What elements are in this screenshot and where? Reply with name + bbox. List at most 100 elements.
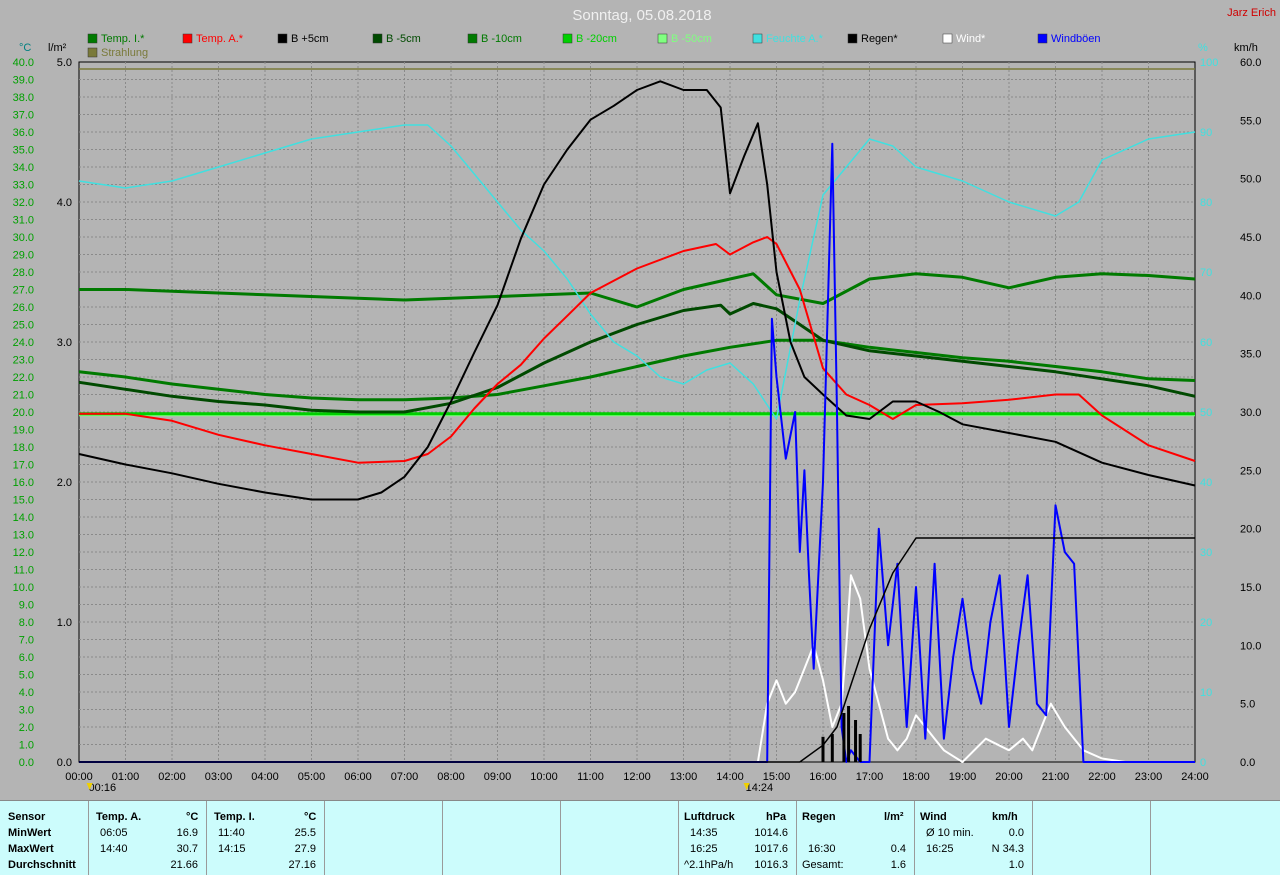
right-unit-pct: %	[1198, 42, 1208, 54]
y-tick-temp: 20.0	[13, 407, 34, 419]
right-unit-wind: km/h	[1234, 42, 1258, 54]
legend-swatch	[847, 33, 858, 44]
temp-a-min-value: 16.9	[176, 827, 198, 839]
rain-bar	[821, 736, 825, 762]
legend-label: Feuchte A.*	[766, 33, 824, 45]
sunset-label: 14:24	[746, 782, 774, 794]
row-label-max: MaxWert	[8, 843, 54, 855]
x-tick: 08:00	[437, 771, 465, 783]
divider	[442, 801, 443, 875]
y-tick-temp: 13.0	[13, 530, 34, 542]
y-tick-temp: 38.0	[13, 92, 34, 104]
y-tick-pct: 0	[1200, 757, 1206, 769]
y-tick-temp: 16.0	[13, 477, 34, 489]
y-tick-temp: 6.0	[19, 652, 34, 664]
y-tick-pct: 50	[1200, 407, 1212, 419]
x-tick: 09:00	[484, 771, 512, 783]
x-tick: 23:00	[1135, 771, 1163, 783]
rain-bar	[854, 720, 858, 762]
temp-a-header: Temp. A.	[96, 811, 142, 823]
rain-header: Regen	[802, 811, 836, 823]
y-tick-temp: 8.0	[19, 617, 34, 629]
temp-a-max-value: 30.7	[176, 843, 198, 855]
x-tick: 04:00	[251, 771, 279, 783]
y-tick-wind: 5.0	[1240, 699, 1255, 711]
y-tick-temp: 30.0	[13, 232, 34, 244]
y-tick-wind: 30.0	[1240, 407, 1261, 419]
y-tick-wind: 55.0	[1240, 115, 1261, 127]
x-tick: 07:00	[391, 771, 419, 783]
legend-label: B -20cm	[576, 33, 617, 45]
pressure-max-time: 16:25	[690, 843, 718, 855]
pressure-header: Luftdruck	[684, 811, 735, 823]
y-tick-temp: 40.0	[13, 57, 34, 69]
x-tick: 12:00	[623, 771, 651, 783]
y-tick-temp: 35.0	[13, 145, 34, 157]
legend-label: Regen*	[861, 33, 898, 45]
y-tick-temp: 17.0	[13, 460, 34, 472]
y-tick-temp: 1.0	[19, 740, 34, 752]
y-tick-temp: 4.0	[19, 687, 34, 699]
legend-label: Temp. I.*	[101, 33, 145, 45]
temp-a-min-time: 06:05	[100, 827, 128, 839]
x-tick: 10:00	[530, 771, 558, 783]
y-tick-temp: 24.0	[13, 337, 34, 349]
y-tick-wind: 25.0	[1240, 465, 1261, 477]
y-tick-temp: 2.0	[19, 722, 34, 734]
y-tick-pct: 20	[1200, 617, 1212, 629]
y-tick-rain: 2.0	[57, 477, 72, 489]
chart-title: Sonntag, 05.08.2018	[572, 7, 711, 24]
y-tick-temp: 33.0	[13, 180, 34, 192]
y-tick-rain: 0.0	[57, 757, 72, 769]
y-tick-temp: 28.0	[13, 267, 34, 279]
x-tick: 06:00	[344, 771, 372, 783]
y-tick-temp: 39.0	[13, 75, 34, 87]
rain-unit: l/m²	[884, 811, 904, 823]
legend-swatch	[372, 33, 383, 44]
divider	[88, 801, 89, 875]
x-tick: 03:00	[205, 771, 233, 783]
y-tick-temp: 7.0	[19, 635, 34, 647]
y-tick-wind: 50.0	[1240, 174, 1261, 186]
x-tick: 16:00	[809, 771, 837, 783]
y-tick-temp: 25.0	[13, 320, 34, 332]
x-tick: 18:00	[902, 771, 930, 783]
rain-bar	[858, 734, 862, 762]
y-tick-temp: 29.0	[13, 250, 34, 262]
y-tick-rain: 1.0	[57, 617, 72, 629]
y-tick-temp: 27.0	[13, 285, 34, 297]
y-tick-temp: 18.0	[13, 442, 34, 454]
y-tick-temp: 22.0	[13, 372, 34, 384]
divider	[1150, 801, 1151, 875]
left-unit-rain: l/m²	[48, 42, 67, 54]
temp-a-max-time: 14:40	[100, 843, 128, 855]
y-tick-pct: 30	[1200, 547, 1212, 559]
y-tick-temp: 3.0	[19, 705, 34, 717]
y-tick-temp: 21.0	[13, 390, 34, 402]
y-tick-wind: 40.0	[1240, 290, 1261, 302]
y-tick-temp: 32.0	[13, 197, 34, 209]
y-tick-temp: 23.0	[13, 355, 34, 367]
y-tick-pct: 70	[1200, 267, 1212, 279]
legend-swatch	[562, 33, 573, 44]
temp-i-min-value: 25.5	[294, 827, 316, 839]
rain-bar	[847, 706, 851, 762]
legend-label: B -50cm	[671, 33, 712, 45]
temp-a-avg-value: 21.66	[170, 859, 198, 871]
x-tick: 22:00	[1088, 771, 1116, 783]
legend-label: Strahlung	[101, 47, 148, 59]
y-tick-wind: 20.0	[1240, 524, 1261, 536]
divider	[1032, 801, 1033, 875]
divider	[796, 801, 797, 875]
legend-swatch	[87, 33, 98, 44]
wind-header: Wind	[920, 811, 947, 823]
x-tick: 11:00	[577, 771, 604, 783]
legend-label: B -10cm	[481, 33, 522, 45]
legend-swatch	[752, 33, 763, 44]
y-tick-wind: 0.0	[1240, 757, 1255, 769]
x-tick: 13:00	[670, 771, 698, 783]
x-tick: 14:00	[716, 771, 744, 783]
y-tick-temp: 37.0	[13, 110, 34, 122]
wind-max-value: N 34.3	[991, 843, 1024, 855]
wind-avg10-value: 0.0	[1008, 827, 1024, 839]
